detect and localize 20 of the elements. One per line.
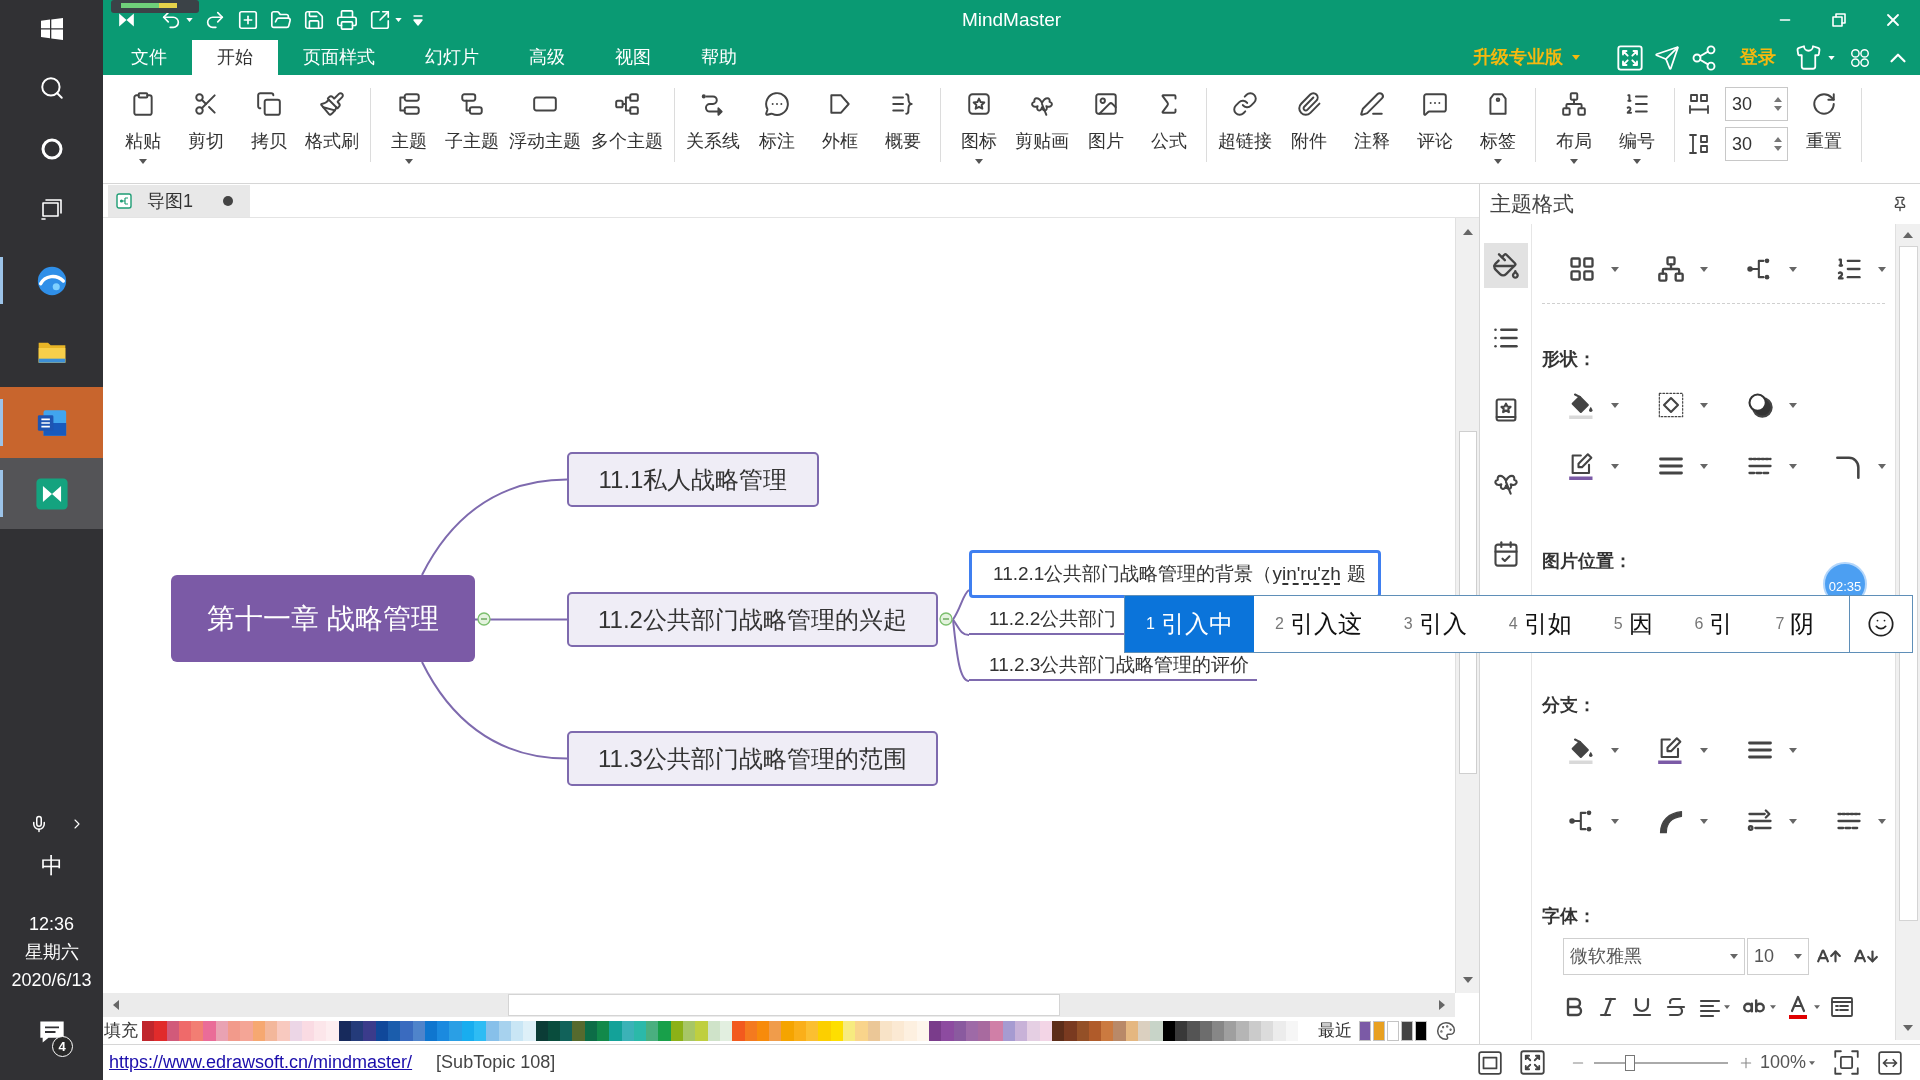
section-label: 图片位置： (1541, 550, 1632, 573)
subtopic-text: 11.2.2公共部门 (989, 607, 1117, 631)
window-title: MindMaster (961, 7, 1062, 32)
clock-time: 12:36 (28, 913, 74, 936)
section-label: 字体： (1541, 905, 1596, 928)
main-topic: 11.2公共部门战略管理的兴起 (567, 592, 938, 647)
subtopic-text: 11.2.3公共部门战略管理的评价 (989, 653, 1250, 677)
clock-date: 2020/6/13 (11, 969, 92, 992)
panel-title: 主题格式 (1490, 191, 1574, 218)
clock-weekday: 星期六 (24, 941, 79, 964)
section-label: 分支： (1541, 694, 1596, 717)
notification-count-badge: 4 (51, 1036, 73, 1057)
fill-label: 填充 (103, 1019, 138, 1042)
main-topic: 11.1私人战略管理 (567, 452, 819, 507)
selection-info: [SubTopic 108] (436, 1051, 556, 1074)
main-topic: 11.3公共部门战略管理的范围 (567, 731, 938, 786)
section-label: 形状： (1541, 348, 1596, 371)
subtopic-text: 11.2.1公共部门战略管理的背景（yin'ru'zh 题 (993, 562, 1366, 586)
recent-label: 最近 (1317, 1019, 1352, 1042)
central-topic: 第十一章 战略管理 (171, 575, 475, 662)
